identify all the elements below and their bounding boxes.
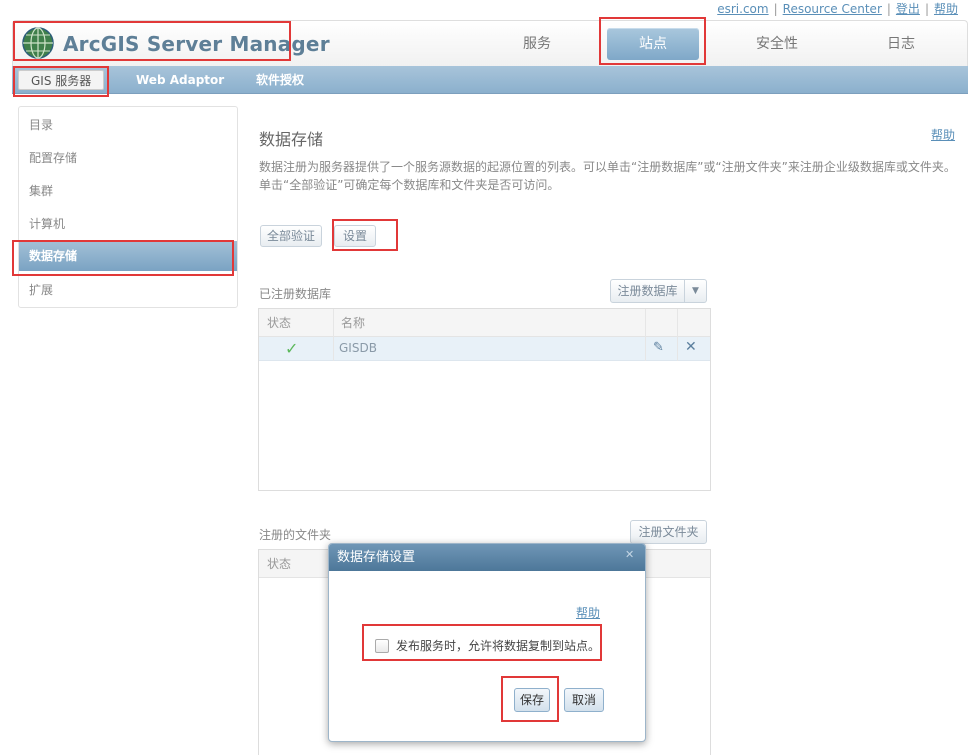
subnav-licensing[interactable]: 软件授权 — [256, 70, 304, 90]
grid-divider — [677, 309, 678, 361]
page-description: 数据注册为服务器提供了一个服务源数据的起源位置的列表。可以单击“注册数据库”或“… — [259, 158, 959, 194]
nav-security[interactable]: 安全性 — [731, 28, 823, 60]
delete-icon[interactable]: ✕ — [685, 339, 697, 355]
esri-link[interactable]: esri.com — [717, 2, 768, 16]
databases-grid: 状态 名称 ✓ GISDB ✎ ✕ — [258, 308, 711, 491]
cancel-button[interactable]: 取消 — [564, 688, 604, 712]
nav-site[interactable]: 站点 — [607, 28, 699, 60]
check-icon: ✓ — [285, 339, 299, 358]
app-logo: ArcGIS Server Manager — [21, 26, 330, 63]
database-name: GISDB — [339, 341, 377, 355]
subnav-gis-server[interactable]: GIS 服务器 — [18, 70, 105, 90]
description-line-1: 数据注册为服务器提供了一个服务源数据的起源位置的列表。可以单击“注册数据库”或“… — [259, 160, 956, 174]
save-button[interactable]: 保存 — [514, 688, 550, 712]
sidebar-item-directories[interactable]: 目录 — [19, 110, 237, 140]
validate-all-button[interactable]: 全部验证 — [260, 225, 322, 247]
table-row[interactable]: ✓ GISDB ✎ ✕ — [259, 337, 710, 361]
databases-section-label: 已注册数据库 — [259, 287, 332, 301]
folders-section-label: 注册的文件夹 — [259, 528, 332, 542]
databases-grid-header: 状态 名称 — [259, 309, 710, 337]
dialog-title-bar: 数据存储设置 — [329, 544, 645, 571]
settings-button[interactable]: 设置 — [334, 225, 376, 247]
column-status[interactable]: 状态 — [259, 309, 333, 337]
grid-divider — [645, 309, 646, 361]
sidebar-item-machines[interactable]: 计算机 — [19, 209, 237, 239]
sidebar-item-data-store[interactable]: 数据存储 — [19, 241, 237, 271]
app-header: ArcGIS Server Manager 服务 站点 安全性 日志 — [12, 20, 968, 66]
link-separator: | — [924, 2, 929, 16]
grid-divider — [333, 309, 334, 361]
sidebar-item-config-store[interactable]: 配置存储 — [19, 143, 237, 173]
app-title: ArcGIS Server Manager — [63, 32, 330, 56]
link-separator: | — [886, 2, 891, 16]
top-help-link[interactable]: 帮助 — [934, 2, 958, 16]
dialog-help-link[interactable]: 帮助 — [576, 604, 600, 621]
close-icon[interactable]: ✕ — [625, 548, 634, 561]
nav-services[interactable]: 服务 — [491, 28, 583, 60]
link-separator: | — [773, 2, 778, 16]
page-help-link[interactable]: 帮助 — [931, 126, 955, 143]
column-name[interactable]: 名称 — [333, 309, 365, 337]
copy-data-checkbox[interactable] — [375, 638, 389, 653]
register-database-dropdown[interactable]: ▼ — [685, 279, 707, 303]
dialog-title: 数据存储设置 — [337, 550, 416, 565]
subnav-web-adaptor[interactable]: Web Adaptor — [136, 70, 224, 90]
edit-icon[interactable]: ✎ — [653, 340, 664, 355]
logout-link[interactable]: 登出 — [896, 2, 920, 16]
column-status[interactable]: 状态 — [259, 550, 333, 578]
globe-icon — [21, 26, 55, 63]
description-line-2: 单击“全部验证”可确定每个数据库和文件夹是否可访问。 — [259, 178, 560, 192]
copy-data-option: 发布服务时，允许将数据复制到站点。 — [375, 637, 600, 654]
sidebar-item-extensions[interactable]: 扩展 — [19, 275, 237, 305]
sidebar: 目录 配置存储 集群 计算机 数据存储 扩展 — [18, 106, 238, 308]
resource-center-link[interactable]: Resource Center — [783, 2, 882, 16]
data-store-settings-dialog: 数据存储设置 ✕ 帮助 发布服务时，允许将数据复制到站点。 保存 取消 — [328, 543, 646, 742]
top-links: esri.com | Resource Center | 登出 | 帮助 — [717, 0, 958, 17]
page-title: 数据存储 — [259, 130, 324, 149]
register-database-button[interactable]: 注册数据库 — [610, 279, 685, 303]
register-folder-button[interactable]: 注册文件夹 — [630, 520, 707, 544]
register-database-group: 注册数据库 ▼ — [610, 279, 707, 303]
chevron-down-icon: ▼ — [692, 286, 699, 296]
sub-nav: GIS 服务器 Web Adaptor 软件授权 — [12, 66, 968, 94]
copy-data-label: 发布服务时，允许将数据复制到站点。 — [396, 639, 601, 653]
nav-logs[interactable]: 日志 — [855, 28, 947, 60]
sidebar-item-clusters[interactable]: 集群 — [19, 176, 237, 206]
